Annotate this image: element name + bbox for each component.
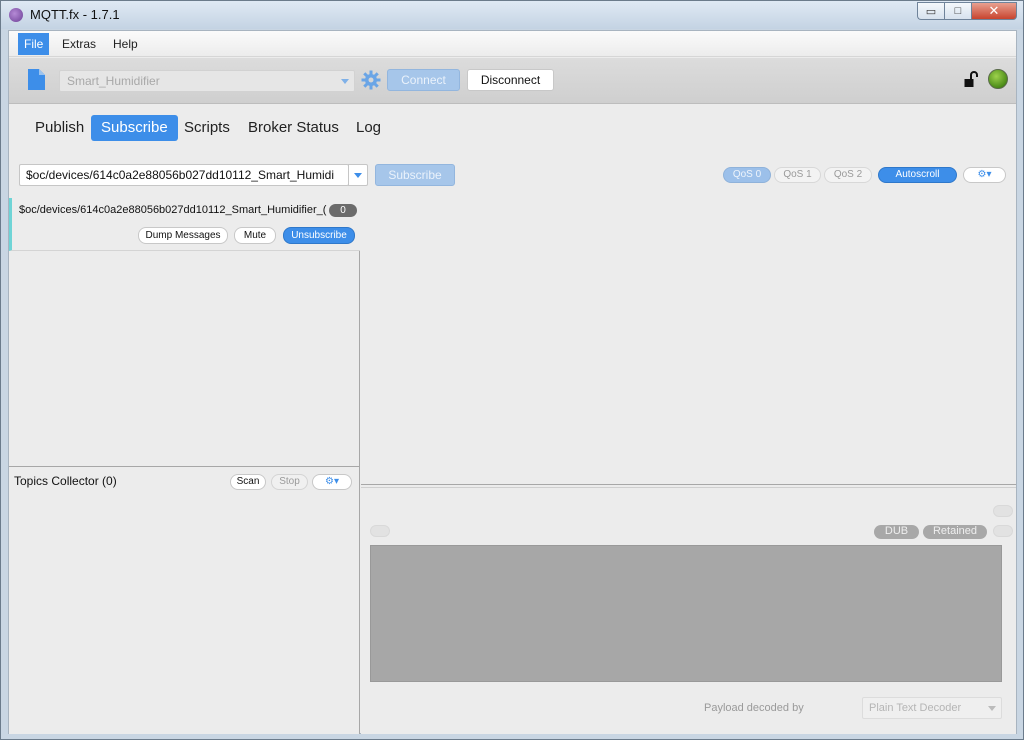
subscription-topic: $oc/devices/614c0a2e88056b027dd10112_Sma… [19,204,327,216]
subscriptions-pane: $oc/devices/614c0a2e88056b027dd10112_Sma… [9,198,360,734]
message-list[interactable] [361,198,1016,485]
collector-options-button[interactable]: ⚙▾ [312,474,352,490]
profile-select[interactable]: Smart_Humidifier [59,70,355,92]
topics-collector: Topics Collector (0) Scan Stop ⚙▾ [9,466,360,734]
close-button[interactable]: ✕ [971,2,1017,20]
message-detail: DUB Retained Payload decoded by Plain Te… [361,487,1016,734]
main-tabs: Publish Subscribe Scripts Broker Status … [9,105,1016,155]
menu-bar: File Extras Help [9,31,1016,57]
minimize-button[interactable]: ▭ [917,2,944,20]
disconnect-button[interactable]: Disconnect [467,69,554,91]
app-logo-icon [9,8,23,22]
payload-decoder-select[interactable]: Plain Text Decoder [862,697,1002,719]
window-title: MQTT.fx - 1.7.1 [30,7,120,22]
connect-button[interactable]: Connect [387,69,460,91]
payload-decoder-value: Plain Text Decoder [869,702,962,714]
qos-1-toggle[interactable]: QoS 1 [774,167,821,183]
tab-broker-status[interactable]: Broker Status [238,115,349,141]
connection-toolbar: Smart_Humidifier Connect Disconnect [9,58,1016,104]
subscribe-topic-row: $oc/devices/614c0a2e88056b027dd10112_Sma… [9,159,1016,191]
topics-collector-title: Topics Collector (0) [14,474,117,488]
subscription-item[interactable]: $oc/devices/614c0a2e88056b027dd10112_Sma… [9,198,360,251]
client-area: File Extras Help Smart_Humidifier Connec… [8,30,1017,734]
title-bar: MQTT.fx - 1.7.1 ▭ □ ✕ [1,1,1023,29]
tab-publish[interactable]: Publish [25,115,94,141]
chevron-down-icon [341,79,349,84]
dub-badge: DUB [874,525,919,539]
tab-subscribe[interactable]: Subscribe [91,115,178,141]
chevron-down-icon [988,706,996,711]
profile-select-value: Smart_Humidifier [67,74,160,88]
autoscroll-toggle[interactable]: Autoscroll [878,167,957,183]
document-icon[interactable] [27,68,46,91]
topic-input[interactable]: $oc/devices/614c0a2e88056b027dd10112_Sma… [19,164,349,186]
tab-log[interactable]: Log [346,115,391,141]
message-count-badge: 0 [329,204,357,217]
subscribe-button[interactable]: Subscribe [375,164,455,186]
payload-viewer[interactable] [370,545,1002,682]
connection-status-indicator [988,69,1008,89]
maximize-button[interactable]: □ [944,2,971,20]
close-icon: ✕ [988,3,1000,18]
unlocked-icon [964,71,978,87]
tab-scripts[interactable]: Scripts [174,115,240,141]
subscribe-options-button[interactable]: ⚙▾ [963,167,1006,183]
menu-file[interactable]: File [18,33,50,55]
qos-2-toggle[interactable]: QoS 2 [824,167,872,183]
detail-placeholder-badge [370,525,390,537]
dump-messages-button[interactable]: Dump Messages [138,227,228,244]
stop-button[interactable]: Stop [271,474,308,490]
unsubscribe-button[interactable]: Unsubscribe [283,227,355,244]
payload-decoder-label: Payload decoded by [704,702,804,714]
detail-placeholder-badge [993,525,1013,537]
menu-extras[interactable]: Extras [56,33,102,55]
maximize-icon: □ [954,5,962,17]
app-window: MQTT.fx - 1.7.1 ▭ □ ✕ File Extras Help S… [0,0,1024,740]
menu-help[interactable]: Help [107,33,144,55]
scan-button[interactable]: Scan [230,474,266,490]
topic-history-dropdown[interactable] [348,164,368,186]
mute-button[interactable]: Mute [234,227,276,244]
window-controls: ▭ □ ✕ [917,2,1017,20]
gear-icon[interactable] [361,70,381,90]
retained-badge: Retained [923,525,987,539]
qos-0-toggle[interactable]: QoS 0 [723,167,771,183]
minimize-icon: ▭ [925,5,937,18]
messages-pane: DUB Retained Payload decoded by Plain Te… [361,198,1016,734]
detail-placeholder-badge [993,505,1013,517]
